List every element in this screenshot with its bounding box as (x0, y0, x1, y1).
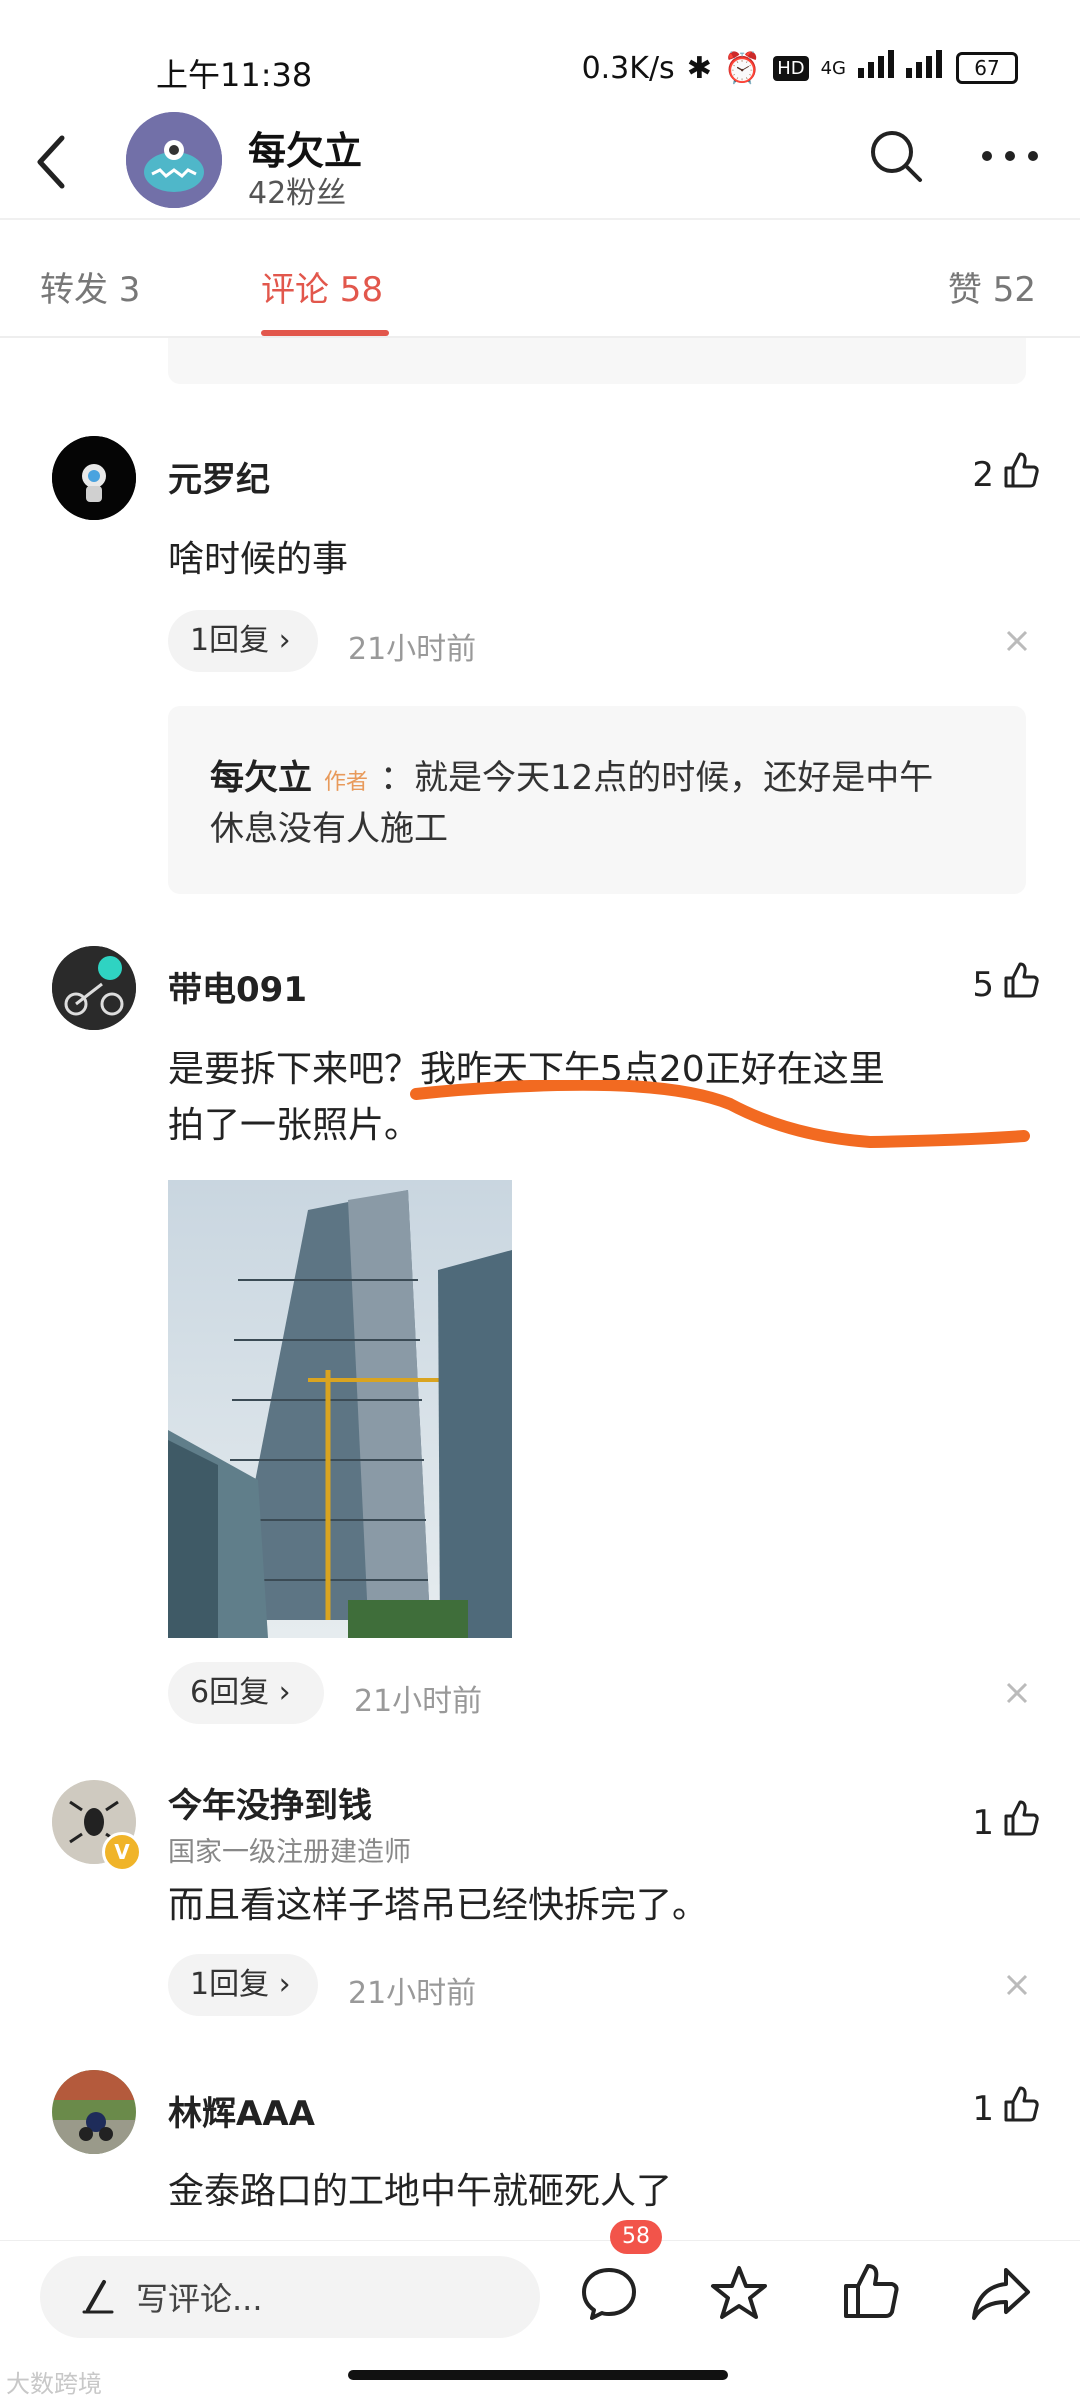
network-speed: 0.3K/s (581, 50, 675, 86)
chevron-right-icon: › (269, 1675, 291, 1710)
status-time: 上午11:38 (156, 56, 313, 94)
thumbs-up-icon[interactable] (840, 2260, 902, 2322)
comment-text: 而且看这样子塔吊已经快拆完了。 (168, 1885, 709, 1926)
like-count: 1 (972, 2088, 994, 2129)
tab-likes[interactable]: 赞 52 (948, 262, 1036, 311)
thumbs-up-icon (1000, 1798, 1040, 1847)
header-divider (0, 218, 1080, 220)
close-icon[interactable] (1006, 630, 1028, 652)
like-button[interactable]: 2 (972, 450, 1040, 499)
pen-icon (78, 2276, 118, 2316)
replies-count: 1回复 (190, 1967, 270, 2002)
comment-text: 金泰路口的工地中午就砸死人了 (168, 2171, 673, 2212)
thumbs-up-icon (1000, 2084, 1040, 2133)
fans-count: 42粉丝 (248, 176, 347, 211)
avatar[interactable]: V (52, 1780, 142, 1872)
home-indicator[interactable] (348, 2370, 728, 2380)
avatar[interactable] (52, 946, 136, 1030)
comment-author[interactable]: 元罗纪 (168, 452, 270, 501)
star-icon[interactable] (708, 2262, 770, 2324)
comment-time: 21小时前 (354, 1684, 483, 1719)
verified-badge-icon: V (102, 1832, 142, 1872)
like-count: 5 (972, 964, 994, 1005)
chevron-right-icon: › (269, 623, 291, 658)
replies-button[interactable]: 1回复 › (168, 610, 318, 672)
chevron-right-icon: › (269, 1967, 291, 2002)
close-icon[interactable] (1006, 1974, 1028, 1996)
comment-icon[interactable] (578, 2262, 640, 2324)
status-indicators: 0.3K/s ✱ ⏰ HD 4G 67 (582, 50, 1018, 86)
comment-time: 21小时前 (348, 632, 477, 667)
like-count: 2 (972, 454, 994, 495)
comment-author[interactable]: 林辉AAA (168, 2086, 315, 2135)
comment-author[interactable]: 今年没挣到钱 (168, 1778, 372, 1827)
comment-text-cont: 拍了一张照片。 (168, 1105, 421, 1146)
tab-comments[interactable]: 评论 58 (261, 262, 383, 311)
comment-count-badge: 58 (610, 2220, 662, 2254)
avatar[interactable] (52, 2070, 136, 2154)
like-count: 1 (972, 1802, 994, 1843)
comment-time: 21小时前 (348, 1976, 477, 2011)
comment-photo[interactable] (168, 1180, 512, 1638)
sub-reply-line: 每欠立 作者 ：就是今天12点的时候，还好是中午 (210, 750, 933, 805)
search-icon[interactable] (868, 128, 924, 184)
replies-count: 1回复 (190, 623, 270, 658)
avatar[interactable] (126, 112, 222, 208)
watermark: 大数跨境 (6, 2370, 102, 2398)
hand-drawn-underline (410, 1078, 1030, 1170)
author-title: 国家一级注册建造师 (168, 1837, 411, 1868)
like-button[interactable]: 1 (972, 1798, 1040, 1847)
alarm-icon: ⏰ (723, 50, 762, 86)
bluetooth-icon: ✱ (686, 50, 712, 86)
sub-reply-text: ：就是今天12点的时候，还好是中午 (380, 758, 934, 798)
sub-reply-author[interactable]: 每欠立 (210, 750, 312, 799)
back-icon[interactable] (32, 132, 72, 192)
page-title[interactable]: 每欠立 (248, 120, 362, 175)
replies-button[interactable]: 1回复 › (168, 1954, 318, 2016)
tab-reposts[interactable]: 转发 3 (40, 262, 140, 311)
thumbs-up-icon (1000, 960, 1040, 1009)
close-icon[interactable] (1006, 1682, 1028, 1704)
replies-count: 6回复 (190, 1675, 270, 1710)
battery-icon: 67 (956, 52, 1018, 84)
write-comment-placeholder[interactable]: 写评论... (136, 2274, 263, 2320)
comment-text: 啥时候的事 (168, 539, 349, 580)
network-label: 4G (820, 57, 846, 79)
signal-icon (858, 50, 944, 86)
author-badge: 作者 (324, 770, 369, 795)
replies-button[interactable]: 6回复 › (168, 1662, 324, 1724)
hd-icon: HD (773, 55, 809, 81)
sub-reply-text-cont: 休息没有人施工 (210, 809, 448, 849)
more-icon[interactable] (980, 148, 1040, 162)
share-icon[interactable] (970, 2262, 1032, 2324)
like-button[interactable]: 1 (972, 2084, 1040, 2133)
previous-reply-box (168, 338, 1026, 384)
avatar[interactable] (52, 436, 136, 520)
comment-author[interactable]: 带电091 (168, 962, 307, 1011)
thumbs-up-icon (1000, 450, 1040, 499)
like-button[interactable]: 5 (972, 960, 1040, 1009)
